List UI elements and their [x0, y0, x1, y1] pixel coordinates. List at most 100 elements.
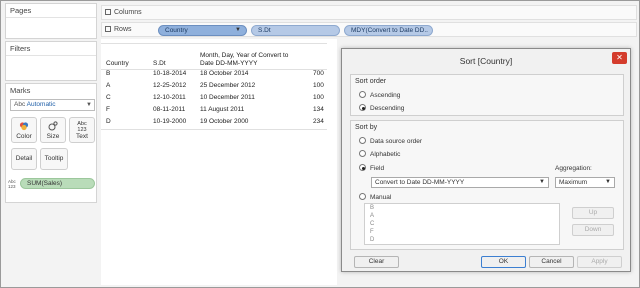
close-icon: ✕ [616, 53, 623, 62]
cell-value: 234 [313, 118, 324, 125]
cell-sdt: 10-18-2014 [153, 70, 187, 77]
header-mdy: Month, Day, Year of Convert to Date DD-M… [200, 52, 289, 67]
left-pane: Pages Filters Marks Abc Automatic ▼ Colo… [5, 3, 97, 287]
columns-label: Columns [105, 9, 142, 16]
tooltip-button[interactable]: Tooltip [40, 148, 68, 170]
cell-country: C [106, 94, 111, 101]
cancel-label: Cancel [541, 258, 562, 265]
apply-label: Apply [591, 258, 608, 265]
field-radio[interactable] [359, 164, 366, 171]
aggregation-dropdown[interactable]: Maximum ▼ [555, 177, 615, 188]
cell-sdt: 12-25-2012 [153, 82, 187, 89]
rows-label: Rows [105, 26, 132, 33]
descending-label: Descending [370, 105, 405, 112]
row-pill-country-label: Country [165, 27, 188, 34]
pages-card[interactable]: Pages [5, 3, 97, 39]
row-pill-mdy-label: MDY(Convert to Date DD.. [351, 27, 428, 34]
color-icon [12, 121, 36, 133]
dialog-title: Sort [Country] [459, 56, 513, 66]
rows-shelf[interactable]: Rows Country ▼ S.Dt MDY(Convert to Date … [101, 22, 637, 37]
marks-card: Marks Abc Automatic ▼ Color Size Abc 123 … [5, 83, 97, 203]
list-item[interactable]: D [370, 237, 374, 244]
header-sdt: S.Dt [153, 60, 166, 67]
sort-order-title: Sort order [355, 78, 387, 85]
field-option[interactable]: Field [359, 164, 384, 173]
cell-sdt: 08-11-2011 [153, 106, 186, 113]
marks-title: Marks [10, 86, 31, 95]
ascending-label: Ascending [370, 92, 401, 99]
cell-value: 134 [313, 106, 324, 113]
detail-label: Detail [15, 155, 33, 162]
chevron-down-icon: ▼ [539, 179, 545, 185]
tooltip-label: Tooltip [44, 155, 64, 162]
up-button[interactable]: Up [572, 207, 614, 219]
aggregation-dropdown-value: Maximum [559, 179, 588, 186]
text-icon: Abc 123 [77, 121, 87, 133]
descending-radio[interactable] [359, 104, 366, 111]
row-pill-sdt-label: S.Dt [258, 27, 271, 34]
manual-radio[interactable] [359, 193, 366, 200]
size-button[interactable]: Size [40, 117, 66, 143]
columns-shelf[interactable]: Columns [101, 5, 637, 20]
data-source-order-option[interactable]: Data source order [359, 137, 422, 146]
detail-button[interactable]: Detail [11, 148, 37, 170]
filters-card[interactable]: Filters [5, 41, 97, 81]
aggregation-label: Aggregation: [555, 165, 592, 172]
rows-text: Rows [114, 26, 132, 33]
top-divider [101, 43, 327, 44]
list-item[interactable]: A [370, 213, 374, 220]
cancel-button[interactable]: Cancel [529, 256, 574, 268]
down-button[interactable]: Down [572, 224, 614, 236]
cell-mdy: 19 October 2000 [200, 118, 249, 125]
field-label: Field [370, 165, 385, 172]
row-pill-country[interactable]: Country ▼ [158, 25, 247, 36]
mark-type-select[interactable]: Abc Automatic ▼ [10, 99, 95, 111]
size-icon [41, 121, 65, 133]
cell-country: F [106, 106, 110, 113]
pages-divider [6, 17, 96, 18]
field-dropdown[interactable]: Convert to Date DD-MM-YYYY ▼ [371, 177, 549, 188]
data-source-order-label: Data source order [370, 138, 423, 145]
ascending-radio[interactable] [359, 91, 366, 98]
ok-button[interactable]: OK [481, 256, 526, 268]
up-label: Up [588, 209, 598, 216]
list-item[interactable]: C [370, 221, 374, 228]
filters-title: Filters [10, 44, 31, 53]
apply-button[interactable]: Apply [577, 256, 622, 268]
ascending-option[interactable]: Ascending [359, 91, 400, 100]
alphabetic-option[interactable]: Alphabetic [359, 150, 400, 159]
cell-mdy: 11 August 2011 [200, 106, 245, 113]
alphabetic-label: Alphabetic [370, 151, 401, 158]
sum-sales-label: SUM(Sales) [27, 180, 63, 187]
tableau-workspace: Pages Filters Marks Abc Automatic ▼ Colo… [0, 0, 640, 288]
sort-dialog: Sort [Country] ✕ Sort order Ascending De… [341, 48, 631, 272]
pages-title: Pages [10, 6, 32, 15]
mark-type-value: Automatic [26, 101, 56, 108]
text-button[interactable]: Abc 123 Text [69, 117, 95, 143]
filters-divider [6, 55, 96, 56]
row-pill-mdy[interactable]: MDY(Convert to Date DD.. [344, 25, 433, 36]
cell-sdt: 10-19-2000 [153, 118, 187, 125]
size-label: Size [46, 133, 60, 140]
columns-text: Columns [114, 9, 142, 16]
list-item[interactable]: F [370, 229, 374, 236]
cell-mdy: 10 December 2011 [200, 94, 255, 101]
measure-type-icon: Abc 123 [8, 179, 16, 189]
data-source-order-radio[interactable] [359, 137, 366, 144]
manual-option[interactable]: Manual [359, 193, 391, 202]
color-button[interactable]: Color [11, 117, 37, 143]
descending-option[interactable]: Descending [359, 104, 404, 113]
clear-button[interactable]: Clear [354, 256, 399, 268]
manual-sort-list[interactable]: B A C F D [364, 203, 560, 245]
down-label: Down [584, 226, 602, 233]
cell-country: B [106, 70, 111, 77]
field-dropdown-value: Convert to Date DD-MM-YYYY [375, 179, 465, 186]
cell-mdy: 18 October 2014 [200, 70, 249, 77]
list-item[interactable]: B [370, 205, 374, 212]
row-pill-sdt[interactable]: S.Dt [251, 25, 340, 36]
manual-label: Manual [370, 194, 392, 201]
sort-order-group: Sort order Ascending Descending [350, 74, 624, 116]
close-button[interactable]: ✕ [612, 52, 627, 64]
alphabetic-radio[interactable] [359, 150, 366, 157]
sum-sales-pill[interactable]: SUM(Sales) [20, 178, 95, 189]
